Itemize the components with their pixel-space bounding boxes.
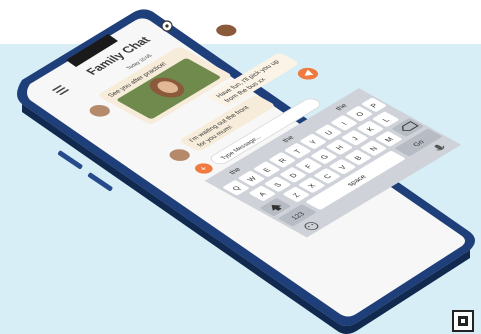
user-avatar-icon (216, 24, 237, 37)
scene: Family Chat Today 15:05 See you after pr… (0, 0, 481, 334)
qr-code-icon (452, 310, 474, 332)
volume-button-2 (87, 172, 113, 192)
volume-button (57, 150, 83, 170)
phone-illustration: Family Chat Today 15:05 See you after pr… (17, 9, 475, 334)
qr-code-dot (461, 319, 465, 323)
camera-lens (165, 24, 169, 28)
